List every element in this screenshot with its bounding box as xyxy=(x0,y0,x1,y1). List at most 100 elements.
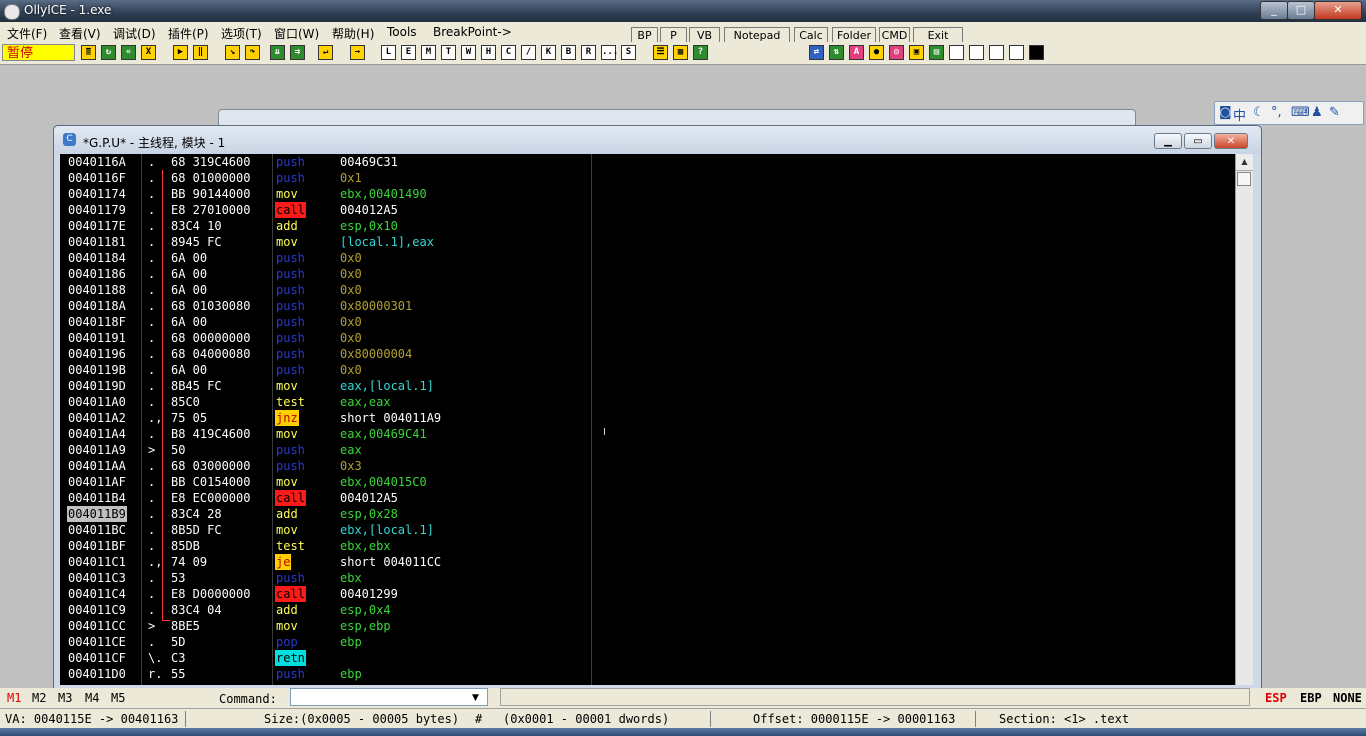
grid-icon[interactable]: ▦ xyxy=(673,45,688,60)
cpu-maximize-button[interactable]: ▭ xyxy=(1184,133,1212,149)
rewind-icon[interactable]: « xyxy=(121,45,136,60)
swap-icon[interactable]: ⇅ xyxy=(829,45,844,60)
goto-icon[interactable]: → xyxy=(350,45,365,60)
disasm-row[interactable]: 0040118F. 6A 00 push 0x0 xyxy=(60,314,1235,330)
menu-file[interactable]: 文件(F) xyxy=(7,25,47,42)
taskbar[interactable] xyxy=(0,728,1366,736)
disasm-row[interactable]: 004011B9. 83C4 28 add esp,0x28 xyxy=(60,506,1235,522)
open-file-icon[interactable]: ≣ xyxy=(81,45,96,60)
disasm-row[interactable]: 00401186. 6A 00 push 0x0 xyxy=(60,266,1235,282)
disasm-row[interactable]: 0040117E. 83C4 10 add esp,0x10 xyxy=(60,218,1235,234)
disasm-row[interactable]: 004011A4. B8 419C4600 mov eax,00469C41 xyxy=(60,426,1235,442)
disasm-row[interactable]: 0040116A. 68 319C4600 push 00469C31 xyxy=(60,154,1235,170)
input-method-bar[interactable]: ◙ 中 ☾ °, ⌨ ♟ ✎ xyxy=(1214,101,1364,125)
disasm-row[interactable]: 004011D0 r. 55 push ebp xyxy=(60,666,1235,682)
disasm-row[interactable]: 0040119D. 8B45 FC mov eax,[local.1] xyxy=(60,378,1235,394)
handles-window-button[interactable]: H xyxy=(481,45,496,60)
menu-window[interactable]: 窗口(W) xyxy=(274,25,319,42)
disasm-row[interactable]: 004011AF. BB C0154000 mov ebx,004015C0 xyxy=(60,474,1235,490)
cpu-window-button[interactable]: C xyxy=(501,45,516,60)
disasm-row[interactable]: 004011CE. 5D pop ebp xyxy=(60,634,1235,650)
menu-options[interactable]: 选项(T) xyxy=(221,25,262,42)
disasm-row[interactable]: 00401188. 6A 00 push 0x0 xyxy=(60,282,1235,298)
step-into-icon[interactable]: ↘ xyxy=(225,45,240,60)
help-icon[interactable]: ? xyxy=(693,45,708,60)
memory-window-button[interactable]: M xyxy=(421,45,436,60)
list-icon[interactable]: ☰ xyxy=(653,45,668,60)
menu-tools[interactable]: Tools xyxy=(387,25,417,39)
black-box-icon[interactable] xyxy=(1029,45,1044,60)
trace-over-icon[interactable]: ⇉ xyxy=(290,45,305,60)
app-title-bar[interactable]: OllyICE - 1.exe _ □ ✕ xyxy=(0,0,1366,22)
disasm-row[interactable]: 004011CC >8BE5 mov esp,ebp xyxy=(60,618,1235,634)
blank-icon-1[interactable] xyxy=(949,45,964,60)
disasm-row[interactable]: 004011C4. E8 D0000000 call 00401299 xyxy=(60,586,1235,602)
ime-language[interactable]: 中 xyxy=(1233,105,1246,124)
menu-view[interactable]: 查看(V) xyxy=(59,25,101,42)
disasm-row[interactable]: 004011C1., 74 09 je short 004011CC xyxy=(60,554,1235,570)
windows-window-button[interactable]: W xyxy=(461,45,476,60)
run-trace-button[interactable]: ... xyxy=(601,45,618,60)
cpu-minimize-button[interactable]: ▁ xyxy=(1154,133,1182,149)
disasm-row[interactable]: 00401196. 68 04000080 push 0x80000004 xyxy=(60,346,1235,362)
target-icon[interactable]: ◎ xyxy=(889,45,904,60)
terminate-icon[interactable]: X xyxy=(141,45,156,60)
maximize-button[interactable]: □ xyxy=(1287,1,1315,20)
disasm-row[interactable]: 004011BF. 85DB test ebx,ebx xyxy=(60,538,1235,554)
disasm-row[interactable]: 004011A0. 85C0 test eax,eax xyxy=(60,394,1235,410)
disasm-row[interactable]: 0040119B. 6A 00 push 0x0 xyxy=(60,362,1235,378)
patches-window-button[interactable]: / xyxy=(521,45,536,60)
menu-debug[interactable]: 调试(D) xyxy=(113,25,156,42)
close-button[interactable]: ✕ xyxy=(1314,1,1362,20)
keyboard-icon[interactable]: ⌨ xyxy=(1291,105,1310,120)
execute-till-return-icon[interactable]: ↵ xyxy=(318,45,333,60)
mark-m4[interactable]: M4 xyxy=(85,691,99,705)
disasm-row[interactable]: 00401181. 8945 FC mov [local.1],eax xyxy=(60,234,1235,250)
disasm-row[interactable]: 004011A9 >50 push eax xyxy=(60,442,1235,458)
mark-m2[interactable]: M2 xyxy=(32,691,46,705)
disasm-row[interactable]: 00401191. 68 00000000 push 0x0 xyxy=(60,330,1235,346)
blank-icon-3[interactable] xyxy=(989,45,1004,60)
disasm-row[interactable]: 004011B4. E8 EC000000 call 004012A5 xyxy=(60,490,1235,506)
breakpoints-window-button[interactable]: B xyxy=(561,45,576,60)
threads-window-button[interactable]: T xyxy=(441,45,456,60)
disasm-row[interactable]: 00401184. 6A 00 push 0x0 xyxy=(60,250,1235,266)
source-window-button[interactable]: S xyxy=(621,45,636,60)
disasm-row[interactable]: 004011CF \. C3 retn xyxy=(60,650,1235,666)
disasm-row[interactable]: 0040118A. 68 01030080 push 0x80000301 xyxy=(60,298,1235,314)
disasm-row[interactable]: 004011C9. 83C4 04 add esp,0x4 xyxy=(60,602,1235,618)
menu-help[interactable]: 帮助(H) xyxy=(332,25,374,42)
blank-icon-4[interactable] xyxy=(1009,45,1024,60)
mark-m5[interactable]: M5 xyxy=(111,691,125,705)
modules-window-button[interactable]: E xyxy=(401,45,416,60)
disasm-row[interactable]: 00401174. BB 90144000 mov ebx,00401490 xyxy=(60,186,1235,202)
cpu-close-button[interactable]: ✕ xyxy=(1214,133,1248,149)
minimize-button[interactable]: _ xyxy=(1260,1,1288,20)
references-window-button[interactable]: R xyxy=(581,45,596,60)
disasm-row[interactable]: 00401179. E8 27010000 call 004012A5 xyxy=(60,202,1235,218)
log-window-button[interactable]: L xyxy=(381,45,396,60)
record-icon[interactable]: ● xyxy=(869,45,884,60)
scroll-thumb[interactable] xyxy=(1237,172,1251,186)
command-input[interactable] xyxy=(290,688,488,706)
restart-icon[interactable]: ↻ xyxy=(101,45,116,60)
reg-none[interactable]: NONE xyxy=(1333,691,1362,705)
blank-icon-2[interactable] xyxy=(969,45,984,60)
moon-icon[interactable]: ☾ xyxy=(1253,105,1265,120)
trace-into-icon[interactable]: ⇊ xyxy=(270,45,285,60)
reg-ebp[interactable]: EBP xyxy=(1300,691,1322,705)
disasm-row[interactable]: 004011BC. 8B5D FC mov ebx,[local.1] xyxy=(60,522,1235,538)
cpu-window-title-bar[interactable]: C *G.P.U* - 主线程, 模块 - 1 ▁ ▭ ✕ xyxy=(54,126,1261,154)
step-over-icon[interactable]: ↷ xyxy=(245,45,260,60)
font-icon[interactable]: A xyxy=(849,45,864,60)
monitor-icon[interactable]: ▤ xyxy=(929,45,944,60)
punctuation-icon[interactable]: °, xyxy=(1271,105,1282,120)
disassembly-pane[interactable]: 0040116A. 68 319C4600 push 00469C31 0040116F… xyxy=(60,154,1235,685)
callstack-window-button[interactable]: K xyxy=(541,45,556,60)
user-icon[interactable]: ♟ xyxy=(1311,105,1323,120)
disasm-row[interactable]: 004011AA. 68 03000000 push 0x3 xyxy=(60,458,1235,474)
mark-m1[interactable]: M1 xyxy=(7,691,21,705)
menu-plugins[interactable]: 插件(P) xyxy=(168,25,209,42)
disassembly-scrollbar[interactable]: ▲ xyxy=(1235,154,1253,685)
disasm-row[interactable]: 004011A2., 75 05 jnz short 004011A9 xyxy=(60,410,1235,426)
